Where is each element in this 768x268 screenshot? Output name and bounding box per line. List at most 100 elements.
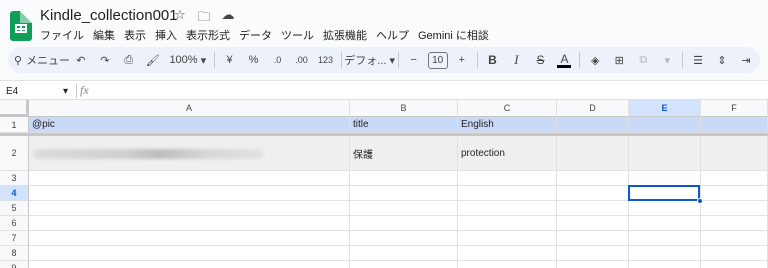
cell[interactable] [458,231,557,246]
cell[interactable] [350,261,458,268]
cell[interactable] [350,171,458,186]
row-header[interactable]: 7 [0,231,29,246]
cell-d1[interactable] [557,117,629,133]
menu-edit[interactable]: 編集 [93,27,115,43]
cell[interactable] [701,231,768,246]
cell[interactable] [629,246,701,261]
increase-decimal-button[interactable]: .00 [292,50,312,70]
cell[interactable] [29,201,350,216]
cell[interactable] [701,216,768,231]
paint-format-icon[interactable]: 🖌 [143,50,163,70]
font-select[interactable]: デフォ... ▾ [344,50,395,70]
sheets-logo-icon[interactable] [10,11,32,41]
cell-e2[interactable] [629,136,701,171]
menu-format[interactable]: 表示形式 [186,27,230,43]
menu-file[interactable]: ファイル [40,27,84,43]
text-color-button[interactable]: A [554,50,574,70]
cell[interactable] [29,216,350,231]
cell[interactable] [701,171,768,186]
menu-gemini[interactable]: Gemini に相談 [418,27,489,43]
text-wrapping-icon[interactable]: ⇥ [736,50,756,70]
cell-f1[interactable] [701,117,768,133]
menu-insert[interactable]: 挿入 [155,27,177,43]
cell[interactable] [350,246,458,261]
column-header[interactable]: A [29,100,350,117]
print-icon[interactable]: ⎙ [119,50,139,70]
row-header[interactable]: 9 [0,261,29,268]
column-header-selected[interactable]: E [629,100,701,117]
cell[interactable] [350,201,458,216]
menu-data[interactable]: データ [239,27,272,43]
cell[interactable] [350,186,458,201]
cell-c1[interactable]: English [458,117,557,133]
cell[interactable] [701,201,768,216]
number-format-button[interactable]: 123 [316,50,336,70]
menu-help[interactable]: ヘルプ [376,27,409,43]
cell[interactable] [557,246,629,261]
cell-d2[interactable] [557,136,629,171]
row-header[interactable]: 8 [0,246,29,261]
undo-icon[interactable]: ↶ [71,50,91,70]
fill-color-icon[interactable]: ◈ [585,50,605,70]
cell[interactable] [557,171,629,186]
cell[interactable] [458,246,557,261]
cell[interactable] [557,216,629,231]
fill-handle[interactable] [697,198,703,204]
cell[interactable] [29,186,350,201]
column-header[interactable]: B [350,100,458,117]
cell[interactable] [701,261,768,268]
search-menus-button[interactable]: ⚲ メニュー [14,50,70,70]
cell[interactable] [29,231,350,246]
redo-icon[interactable]: ↷ [95,50,115,70]
cell[interactable] [629,216,701,231]
zoom-select[interactable]: 100% ▾ [167,50,209,70]
cell-e1[interactable] [629,117,701,133]
column-header[interactable]: F [701,100,768,117]
cell[interactable] [350,231,458,246]
cell[interactable] [701,186,768,201]
cell-b1[interactable]: title [350,117,458,133]
borders-icon[interactable]: ⊞ [609,50,629,70]
column-header[interactable]: D [557,100,629,117]
cell[interactable] [458,216,557,231]
cell[interactable] [557,186,629,201]
cell[interactable] [557,261,629,268]
cell[interactable] [458,171,557,186]
cell-a1[interactable]: @pic [29,117,350,133]
cell[interactable] [458,186,557,201]
row-header[interactable]: 5 [0,201,29,216]
cell[interactable] [458,201,557,216]
cell[interactable] [629,171,701,186]
cell-c2[interactable]: protection [458,136,557,171]
merge-cells-icon[interactable]: ⧉ [633,50,653,70]
row-header[interactable]: 2 [0,136,29,171]
percent-format-button[interactable]: % [244,50,264,70]
row-header[interactable]: 1 [0,117,29,133]
menu-view[interactable]: 表示 [124,27,146,43]
document-title[interactable]: Kindle_collection001 [40,7,178,24]
decrease-decimal-button[interactable]: .0 [268,50,288,70]
cell[interactable] [350,216,458,231]
row-header-selected[interactable]: 4 [0,186,29,201]
cell-b2[interactable]: 保護 [350,136,458,171]
cell[interactable] [29,246,350,261]
horizontal-align-icon[interactable]: ☰ [688,50,708,70]
cell[interactable] [458,261,557,268]
cell[interactable] [629,231,701,246]
cell[interactable] [629,261,701,268]
select-all-corner[interactable] [0,100,29,117]
cell-f2[interactable] [701,136,768,171]
cell[interactable] [557,201,629,216]
cell[interactable] [629,201,701,216]
cell[interactable] [701,246,768,261]
cell[interactable] [29,171,350,186]
spreadsheet-grid[interactable]: A B C D E F 1 @pic title English 2 保護 pr… [0,100,768,268]
selected-cell-outline[interactable] [628,185,700,201]
menu-tools[interactable]: ツール [281,27,314,43]
font-size-input[interactable]: 10 [427,51,448,69]
currency-format-button[interactable]: ¥ [220,50,240,70]
bold-button[interactable]: B [482,50,502,70]
italic-button[interactable]: I [506,50,526,70]
vertical-align-icon[interactable]: ⇕ [712,50,732,70]
column-header[interactable]: C [458,100,557,117]
